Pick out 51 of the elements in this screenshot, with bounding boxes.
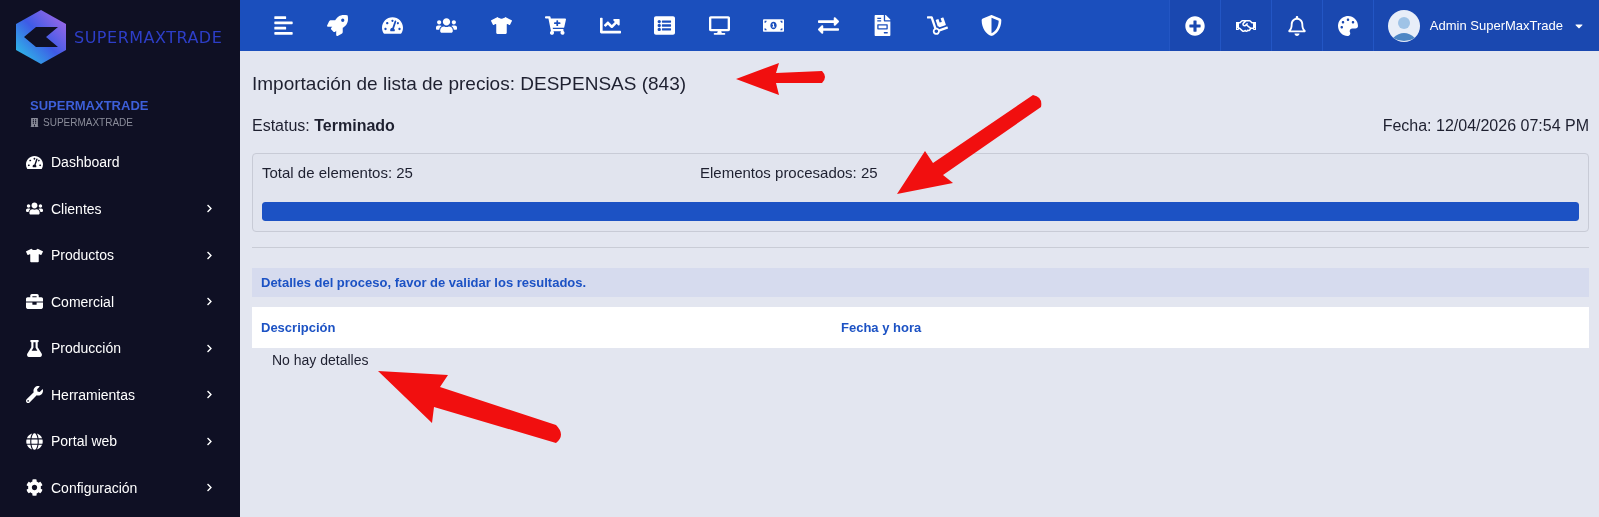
processed-count: Elementos procesados: 25	[700, 164, 879, 181]
chevron-icon	[205, 204, 214, 214]
sidebar-item[interactable]: Dashboard	[0, 139, 240, 186]
page-title: Importación de lista de precios: DESPENSAS (843)	[252, 73, 687, 95]
users-icon	[436, 15, 458, 36]
globe-icon	[26, 432, 43, 450]
chart-icon	[599, 15, 621, 36]
shirt-icon	[490, 15, 512, 36]
chevron-icon	[205, 436, 214, 446]
exchange-icon	[817, 15, 839, 36]
wrench-icon	[26, 386, 43, 404]
chevron-icon	[205, 343, 214, 353]
chevron-icon	[205, 483, 214, 493]
shirt-icon	[26, 246, 43, 264]
date-text: Fecha: 12/04/2026 07:54 PM	[1382, 117, 1589, 135]
chevron-icon	[205, 390, 214, 400]
logo-text: SUPERMAXTRADE	[74, 27, 223, 47]
company-name: SUPERMAXTRADE	[30, 98, 150, 113]
chevron-icon	[205, 250, 214, 260]
shield-icon	[981, 15, 1003, 36]
list-icon	[654, 15, 676, 36]
sidebar-item[interactable]: Producción	[0, 325, 240, 372]
sidebar-item[interactable]: Clientes	[0, 185, 240, 232]
column-header: Descripción	[261, 320, 337, 335]
menu-icon	[272, 15, 294, 36]
flask-icon	[26, 339, 43, 357]
bell-icon	[1286, 15, 1307, 36]
plus-icon	[1184, 15, 1205, 36]
palette-icon	[1337, 15, 1358, 36]
chevron-icon	[205, 297, 214, 307]
gauge-icon	[381, 15, 403, 36]
avatar-icon	[1387, 9, 1420, 42]
sidebar-item[interactable]: Portal web	[0, 418, 240, 465]
sidebar-item[interactable]: Herramientas	[0, 371, 240, 418]
cart-icon	[545, 15, 567, 36]
briefcase-icon	[26, 293, 43, 311]
hand-truck-icon	[926, 15, 948, 36]
total-count: Total de elementos: 25	[262, 164, 414, 181]
details-heading: Detalles del proceso, favor de validar los resultados.	[252, 268, 1589, 297]
column-header: Fecha y hora	[841, 320, 923, 335]
sidebar-item[interactable]: Comercial	[0, 278, 240, 325]
rocket-icon	[327, 15, 349, 36]
monitor-icon	[708, 15, 730, 36]
gauge-icon	[26, 153, 43, 171]
sidebar-item[interactable]: Productos	[0, 232, 240, 279]
sidebar-item[interactable]: Configuración	[0, 464, 240, 511]
branch-name: SUPERMAXTRADE	[43, 117, 133, 128]
status-text: Estatus: Terminado	[252, 117, 395, 135]
settings-icon	[26, 479, 43, 497]
building-icon	[30, 118, 39, 127]
empty-message: No hay detalles	[271, 351, 370, 370]
